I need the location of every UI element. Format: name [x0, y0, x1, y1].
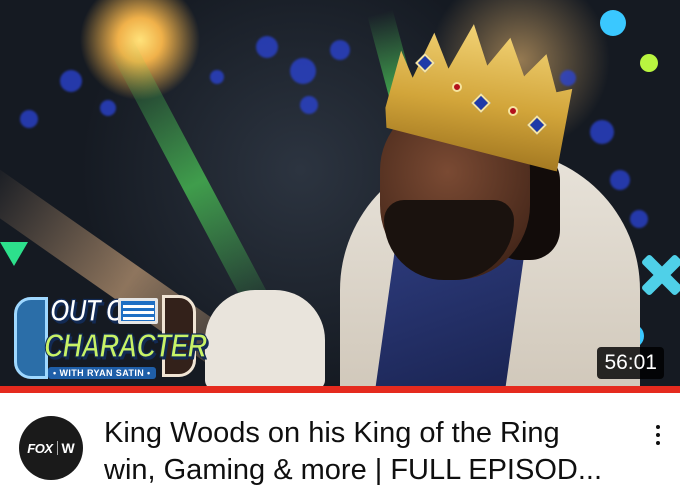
logo-text-line2: CHARACTER — [44, 327, 208, 366]
bokeh-light — [100, 100, 116, 116]
wrestling-ring-icon — [118, 298, 158, 324]
circle-shape — [600, 10, 626, 36]
more-options-button[interactable] — [646, 420, 670, 450]
video-title[interactable]: King Woods on his King of the Ring win, … — [104, 415, 624, 489]
video-title-line2: win, Gaming & more | FULL EPISOD... — [104, 454, 602, 486]
crown-gem — [508, 106, 518, 116]
more-vertical-icon — [656, 433, 660, 437]
host-avatar-left — [14, 297, 48, 379]
show-logo: OUT OF CHARACTER • WITH RYAN SATIN • — [14, 293, 208, 385]
x-shape — [642, 255, 680, 295]
video-thumbnail[interactable]: OUT OF CHARACTER • WITH RYAN SATIN • 56:… — [0, 0, 680, 393]
bokeh-light — [290, 58, 316, 84]
raised-hand — [205, 290, 325, 390]
circle-shape — [640, 54, 658, 72]
bokeh-light — [256, 36, 278, 58]
channel-avatar-fox-text: FOX — [27, 440, 53, 456]
video-title-line1: King Woods on his King of the Ring — [104, 417, 560, 449]
triangle-shape — [0, 242, 28, 266]
logo-subtitle: • WITH RYAN SATIN • — [48, 367, 156, 379]
bokeh-light — [630, 210, 648, 228]
more-vertical-icon — [656, 441, 660, 445]
crown-gem — [452, 82, 462, 92]
video-duration-badge: 56:01 — [597, 347, 664, 379]
bokeh-light — [300, 96, 318, 114]
avatar-divider — [56, 441, 58, 455]
bokeh-light — [330, 40, 350, 60]
bokeh-light — [60, 70, 82, 92]
bokeh-light — [560, 70, 576, 86]
bokeh-light — [20, 110, 38, 128]
bokeh-light — [210, 70, 224, 84]
watch-progress-bar — [0, 386, 680, 393]
bokeh-light — [610, 170, 630, 190]
channel-avatar[interactable]: FOX W — [19, 416, 83, 480]
more-vertical-icon — [656, 425, 660, 429]
bokeh-light — [590, 120, 614, 144]
channel-avatar-w-text: W — [61, 440, 75, 456]
